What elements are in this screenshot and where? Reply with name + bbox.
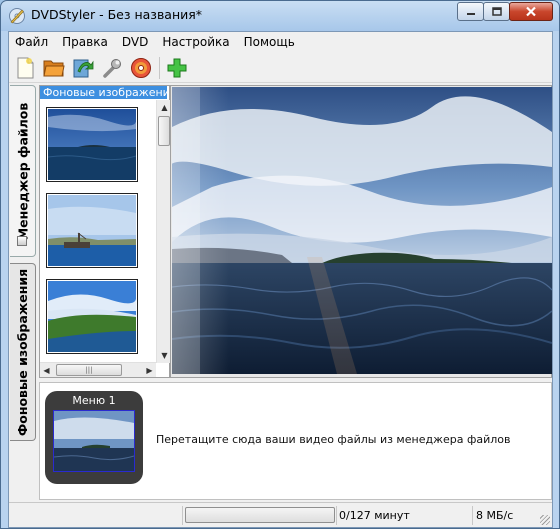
open-folder-icon (43, 60, 65, 76)
client-area: Файл Правка DVD Настройка Помощь Менедже… (8, 31, 553, 528)
save-icon (73, 59, 94, 77)
open-folder-button[interactable] (42, 56, 66, 80)
tab-backgrounds[interactable]: Фоновые изображения (10, 263, 36, 441)
tab-file-manager-label: Менеджер файлов (15, 102, 30, 240)
toolbar (9, 53, 552, 83)
burn-disc-icon (131, 57, 151, 78)
settings-wrench-icon (103, 58, 121, 78)
backgrounds-horizontal-scrollbar[interactable]: ◀ ||| ▶ (40, 362, 156, 377)
side-tabs: Менеджер файлов Фоновые изображения (9, 85, 37, 445)
maximize-button[interactable] (483, 2, 510, 21)
status-divider (182, 506, 183, 525)
close-button[interactable] (509, 2, 553, 21)
window-controls (457, 2, 553, 21)
status-divider (472, 506, 473, 525)
save-button[interactable] (71, 56, 95, 80)
backgrounds-vertical-scrollbar[interactable]: ▲ ▼ (156, 100, 171, 363)
scroll-right-arrow-icon[interactable]: ▶ (143, 363, 156, 378)
toolbar-separator (159, 56, 160, 79)
maximize-icon (491, 7, 502, 16)
menu-card[interactable]: Меню 1 (45, 391, 143, 484)
thumbnail-image (48, 195, 136, 266)
thumbnail-image (48, 281, 136, 352)
title-bar[interactable]: DVDStyler - Без названия* (1, 1, 559, 31)
resize-grip-icon[interactable] (540, 515, 550, 525)
background-thumbnail-lake-shore[interactable] (46, 279, 138, 354)
minimize-icon (466, 12, 475, 15)
menu-thumbnail-image (53, 411, 135, 471)
backgrounds-pane: Фоновые изображения ▲ ▼ (39, 85, 171, 378)
settings-button[interactable] (100, 56, 124, 80)
menu-bar: Файл Правка DVD Настройка Помощь (9, 32, 552, 52)
background-thumbnail-sea-island[interactable] (46, 107, 138, 182)
background-preview-image (172, 87, 552, 374)
scroll-left-arrow-icon[interactable]: ◀ (40, 363, 53, 378)
scrollbar-thumb[interactable]: ||| (56, 364, 122, 376)
background-thumbnail-harbor-ship[interactable] (46, 193, 138, 268)
status-divider (336, 506, 337, 525)
file-manager-tab-icon (17, 236, 27, 246)
menu-settings[interactable]: Настройка (155, 32, 236, 52)
menu-dvd[interactable]: DVD (115, 32, 155, 52)
thumbnail-image (48, 109, 136, 180)
tab-backgrounds-label: Фоновые изображения (15, 268, 30, 436)
dvdstyler-app-icon (8, 7, 26, 25)
status-bar: 0/127 минут 8 МБ/с (9, 502, 552, 527)
window-title: DVDStyler - Без названия* (31, 7, 203, 22)
bitrate-text: 8 МБ/с (476, 509, 514, 522)
app-window: DVDStyler - Без названия* Файл Правка DV… (0, 0, 560, 529)
menu-file[interactable]: Файл (9, 32, 55, 52)
burn-button[interactable] (129, 56, 153, 80)
menu-preview[interactable] (170, 85, 552, 378)
menu-edit[interactable]: Правка (55, 32, 115, 52)
menu-help[interactable]: Помощь (237, 32, 302, 52)
new-document-button[interactable] (13, 56, 37, 80)
drop-hint-text: Перетащите сюда ваши видео файлы из мене… (156, 433, 511, 446)
menus-area[interactable]: Меню 1 Перетащите сюда ваши видео файлы … (39, 382, 552, 500)
minimize-button[interactable] (457, 2, 484, 21)
add-button[interactable] (165, 56, 189, 80)
disc-usage-progress (185, 507, 335, 523)
tab-file-manager[interactable]: Менеджер файлов (10, 85, 36, 257)
new-document-icon (17, 57, 34, 78)
add-icon (167, 58, 187, 77)
duration-text: 0/127 минут (339, 509, 410, 522)
menu-card-label: Меню 1 (72, 394, 116, 407)
scrollbar-thumb[interactable] (158, 116, 170, 146)
backgrounds-pane-title: Фоновые изображения (40, 86, 167, 99)
menu-card-thumbnail (53, 410, 135, 472)
close-icon (526, 6, 536, 17)
